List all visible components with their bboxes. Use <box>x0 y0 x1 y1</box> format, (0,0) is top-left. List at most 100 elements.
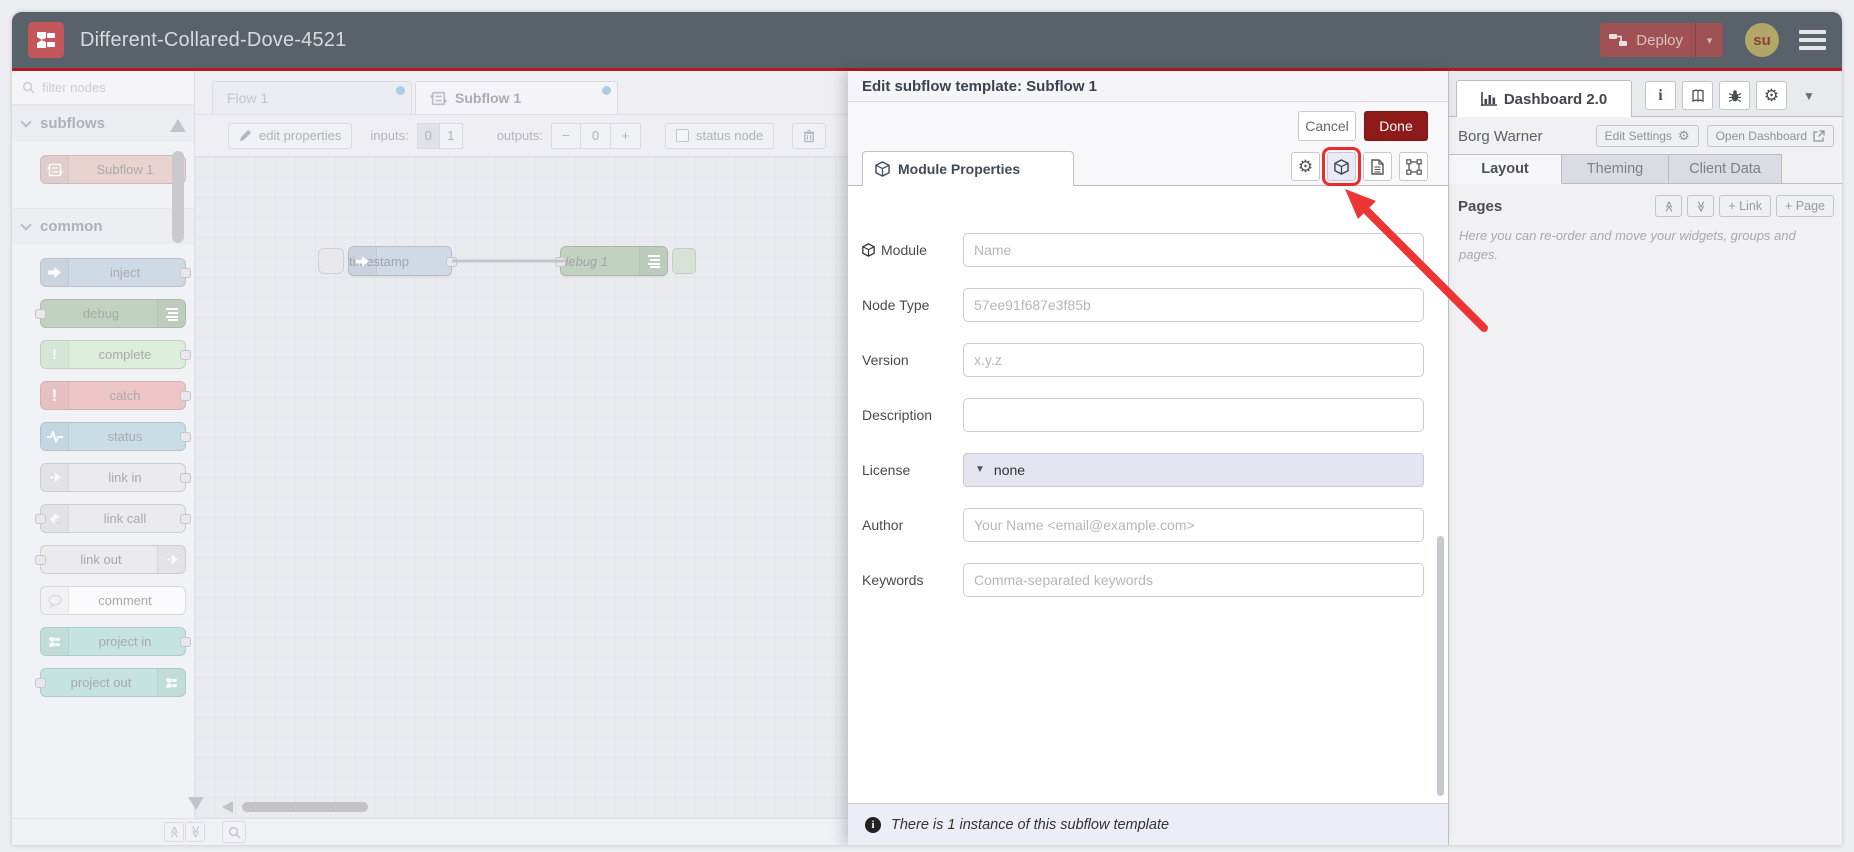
info-tab-button[interactable]: i <box>1645 81 1676 110</box>
palette-node-project-out[interactable]: project out <box>35 668 186 697</box>
debug-tab-button[interactable] <box>1719 81 1750 110</box>
palette-node-comment[interactable]: comment <box>40 586 186 615</box>
gear-icon: ⚙ <box>1297 156 1314 176</box>
output-port[interactable] <box>180 473 191 483</box>
palette-node-subflow-1[interactable]: Subflow 1 <box>40 155 186 184</box>
config-tab-button[interactable]: ⚙ <box>1756 81 1787 110</box>
description-input[interactable] <box>963 397 1424 432</box>
tab-module-properties[interactable]: Module Properties <box>862 151 1074 186</box>
outputs-label: outputs: <box>496 128 543 143</box>
output-port[interactable] <box>180 432 191 442</box>
done-button[interactable]: Done <box>1364 111 1428 141</box>
gear-icon: ⚙ <box>1677 128 1690 143</box>
palette-scroll-area[interactable]: subflows Subflow 1 common inject debug !… <box>12 105 194 818</box>
edit-subflow-dialog: Edit subflow template: Subflow 1 Cancel … <box>848 71 1448 845</box>
palette-node-project-in[interactable]: project in <box>40 627 191 656</box>
tab-layout[interactable]: Layout <box>1449 154 1562 184</box>
input-port[interactable] <box>35 514 46 524</box>
cancel-button[interactable]: Cancel <box>1298 111 1356 141</box>
link-out-icon <box>157 546 185 573</box>
tab-subflow-1[interactable]: Subflow 1 <box>415 81 618 114</box>
zoom-button[interactable] <box>222 821 246 843</box>
tab-flow-1[interactable]: Flow 1 <box>212 81 412 114</box>
output-port[interactable] <box>180 350 191 360</box>
version-input[interactable] <box>963 342 1424 377</box>
main-menu-icon[interactable] <box>1799 30 1826 50</box>
properties-gear-button[interactable]: ⚙ <box>1291 152 1320 181</box>
tab-dashboard-2[interactable]: Dashboard 2.0 <box>1456 80 1632 117</box>
input-port[interactable] <box>35 309 46 319</box>
dialog-scrollbar[interactable] <box>1437 536 1444 796</box>
collapse-all-pages-button[interactable]: ≪ <box>1655 195 1683 217</box>
inputs-option-0[interactable]: 0 <box>416 122 440 149</box>
add-page-button[interactable]: + Page <box>1776 195 1834 217</box>
description-button[interactable] <box>1363 152 1392 181</box>
tab-label: Dashboard 2.0 <box>1503 90 1608 108</box>
output-port[interactable] <box>446 257 457 267</box>
status-node-checkbox[interactable] <box>675 129 689 142</box>
tab-theming[interactable]: Theming <box>1562 154 1669 184</box>
tab-client-data[interactable]: Client Data <box>1669 154 1782 184</box>
input-port[interactable] <box>35 555 46 565</box>
user-avatar[interactable]: su <box>1745 23 1779 57</box>
sidebar-more-caret-icon[interactable]: ▼ <box>1803 89 1815 103</box>
palette-node-link-out[interactable]: link out <box>35 545 186 574</box>
outputs-increment-button[interactable]: + <box>610 122 641 149</box>
delete-subflow-button[interactable] <box>792 122 827 149</box>
palette-scroll-up-icon[interactable] <box>170 119 186 132</box>
edit-properties-button[interactable]: edit properties <box>228 122 353 149</box>
collapse-all-button[interactable]: ≪ <box>164 822 184 842</box>
outputs-stepper: − 0 + <box>550 122 641 149</box>
palette-category-subflows[interactable]: subflows <box>12 105 194 141</box>
flow-node-timestamp[interactable]: timestamp <box>348 246 457 276</box>
palette-node-catch[interactable]: ! catch <box>40 381 191 410</box>
palette-node-debug[interactable]: debug <box>35 299 186 328</box>
palette-node-complete[interactable]: ! complete <box>40 340 191 369</box>
deploy-icon <box>1600 32 1636 48</box>
author-input[interactable] <box>963 507 1424 542</box>
dialog-footer: i There is 1 instance of this subflow te… <box>848 803 1448 845</box>
inputs-option-1[interactable]: 1 <box>439 122 463 149</box>
palette-category-common[interactable]: common <box>12 208 194 244</box>
pages-title: Pages <box>1458 197 1503 215</box>
keywords-input[interactable] <box>963 562 1424 597</box>
deploy-dropdown-caret[interactable]: ▾ <box>1695 23 1723 57</box>
outputs-decrement-button[interactable]: − <box>550 122 581 149</box>
palette-scrollbar[interactable] <box>172 151 184 243</box>
palette-scroll-down-icon[interactable] <box>188 797 204 810</box>
flow-canvas[interactable]: timestamp debug 1 <box>195 157 848 818</box>
debug-enable-toggle[interactable] <box>672 248 696 274</box>
output-port[interactable] <box>180 268 191 278</box>
expand-all-button[interactable]: ≪ <box>185 822 205 842</box>
output-port[interactable] <box>180 514 191 524</box>
help-tab-button[interactable] <box>1682 81 1713 110</box>
inject-trigger-button[interactable] <box>318 248 344 274</box>
status-node-toggle[interactable]: status node <box>664 122 775 149</box>
input-port[interactable] <box>555 257 566 267</box>
palette-node-link-call[interactable]: link call <box>35 504 191 533</box>
open-dashboard-button[interactable]: Open Dashboard <box>1706 125 1834 147</box>
appearance-button[interactable] <box>1399 152 1428 181</box>
palette-search[interactable]: filter nodes <box>12 71 194 105</box>
deploy-button[interactable]: Deploy ▾ <box>1600 23 1723 57</box>
catch-icon: ! <box>41 382 69 409</box>
node-type-input[interactable] <box>963 287 1424 322</box>
add-link-button[interactable]: + Link <box>1719 195 1772 217</box>
edit-settings-button[interactable]: Edit Settings ⚙ <box>1595 125 1699 147</box>
output-port[interactable] <box>180 637 191 647</box>
output-port[interactable] <box>180 391 191 401</box>
cube-icon <box>875 160 890 177</box>
palette-node-link-in[interactable]: link in <box>40 463 191 492</box>
workspace-tabs: Flow 1 Subflow 1 <box>195 71 848 115</box>
palette-node-inject[interactable]: inject <box>40 258 191 287</box>
field-label: Node Type <box>862 296 930 313</box>
input-port[interactable] <box>35 678 46 688</box>
canvas-horizontal-scrollbar[interactable] <box>242 802 368 812</box>
module-properties-button[interactable] <box>1322 147 1361 186</box>
module-input[interactable] <box>963 232 1424 267</box>
palette-node-status[interactable]: status <box>40 422 191 451</box>
expand-all-pages-button[interactable]: ≪ <box>1687 195 1715 217</box>
canvas-scroll-left-icon[interactable] <box>222 801 233 813</box>
flow-node-debug-1[interactable]: debug 1 <box>555 246 668 276</box>
license-select[interactable]: ▼ none <box>963 452 1424 487</box>
